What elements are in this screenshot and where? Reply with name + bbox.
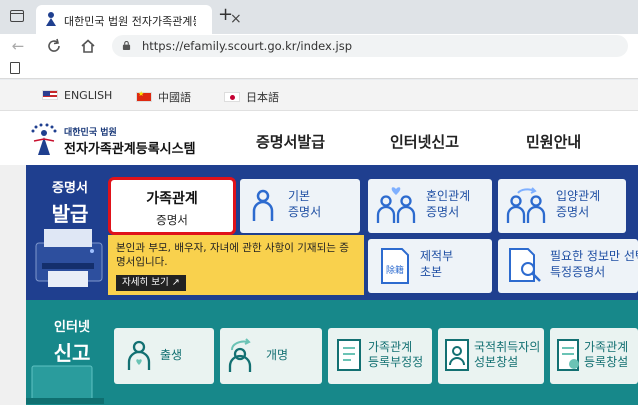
register-icon: [557, 339, 579, 371]
site-title[interactable]: 전자가족관계등록시스템: [64, 138, 196, 157]
register-creation-card[interactable]: 가족관계 등록창설: [550, 328, 638, 384]
rename-report-card[interactable]: 개명: [220, 328, 322, 384]
naturalized-surname-card[interactable]: 국적취득자의 성본창설: [438, 328, 544, 384]
certificate-description: 본인과 부모, 배우자, 자녀에 관한 사항이 기재되는 증명서입니다. 자세히…: [108, 235, 364, 295]
browser-tab[interactable]: 대한민국 법원 전자가족관계등록시 ×: [36, 5, 242, 34]
lock-icon[interactable]: [122, 41, 131, 50]
person-icon: [252, 189, 274, 221]
certificate-issue-section: 증명서 발급 가족관계 증명서 기본 증명서 혼인관계 증명서 입양관계 증명서…: [26, 165, 638, 300]
court-logo-icon[interactable]: [30, 123, 58, 157]
home-icon[interactable]: [78, 36, 98, 56]
laptop-icon: [26, 365, 104, 404]
cn-flag-icon: [136, 90, 152, 102]
basic-certificate-card[interactable]: 기본 증명서: [240, 179, 360, 233]
marriage-certificate-card[interactable]: 혼인관계 증명서: [368, 179, 492, 233]
browser-tab-bar: 대한민국 법원 전자가족관계등록시 × +: [0, 0, 638, 34]
document-icon: 除籍: [381, 248, 409, 284]
bookmarks-bar: [0, 58, 638, 79]
lang-chinese-link[interactable]: 中國語: [136, 89, 191, 105]
adoption-icon: [506, 187, 546, 223]
us-flag-icon: [42, 90, 58, 100]
url-field[interactable]: https://efamily.scourt.go.kr/index.jsp: [112, 35, 628, 57]
site-header: 대한민국 법원 전자가족관계등록시스템 증명서발급 인터넷신고 민원안내: [0, 111, 638, 165]
register-correction-card[interactable]: 가족관계 등록부정정: [328, 328, 432, 384]
adoption-certificate-card[interactable]: 입양관계 증명서: [498, 179, 626, 233]
new-tab-icon[interactable]: +: [218, 6, 233, 24]
specific-certificate-card[interactable]: 필요한 정보만 선택 특정증명서: [498, 239, 638, 293]
birth-report-card[interactable]: 출생: [114, 328, 214, 384]
nav-certificate-issue[interactable]: 증명서발급: [256, 131, 325, 152]
nav-civil-guide[interactable]: 민원안내: [526, 131, 581, 152]
left-margin: [0, 165, 26, 405]
language-bar: ENGLISH 中國語 日本語: [0, 80, 638, 111]
url-text: https://efamily.scourt.go.kr/index.jsp: [142, 39, 352, 53]
lang-japanese-link[interactable]: 日本語: [224, 89, 279, 105]
id-card-icon: [445, 339, 469, 371]
back-icon[interactable]: ←: [8, 36, 28, 56]
lang-english-link[interactable]: ENGLISH: [42, 89, 112, 102]
view-details-button[interactable]: 자세히 보기 ↗: [116, 275, 186, 291]
description-text: 본인과 부모, 배우자, 자녀에 관한 사항이 기재되는 증명서입니다.: [116, 242, 349, 268]
removed-register-card[interactable]: 除籍 제적부 초본: [368, 239, 492, 293]
rename-icon: [228, 338, 252, 372]
svg-text:除籍: 除籍: [386, 264, 404, 276]
tab-actions-icon[interactable]: [10, 10, 24, 22]
logo-subtitle: 대한민국 법원: [64, 128, 117, 138]
couple-icon: [376, 187, 416, 223]
page-icon[interactable]: [10, 62, 20, 74]
family-relation-certificate-card[interactable]: 가족관계 증명서: [108, 177, 236, 235]
form-icon: [337, 339, 361, 371]
tab-title: 대한민국 법원 전자가족관계등록시: [64, 15, 196, 28]
jp-flag-icon: [224, 92, 240, 102]
printer-icon: [35, 229, 103, 287]
baby-icon: [127, 340, 151, 370]
court-favicon-icon: [46, 12, 56, 26]
address-bar-row: ← https://efamily.scourt.go.kr/index.jsp: [0, 34, 638, 58]
search-doc-icon: [509, 248, 541, 282]
nav-internet-report[interactable]: 인터넷신고: [390, 131, 459, 152]
reload-icon[interactable]: [44, 36, 64, 56]
internet-report-section: 인터넷 신고 출생 개명 가족관계 등록부정정 국적취득자의 성본창설 가족관계…: [26, 300, 638, 405]
